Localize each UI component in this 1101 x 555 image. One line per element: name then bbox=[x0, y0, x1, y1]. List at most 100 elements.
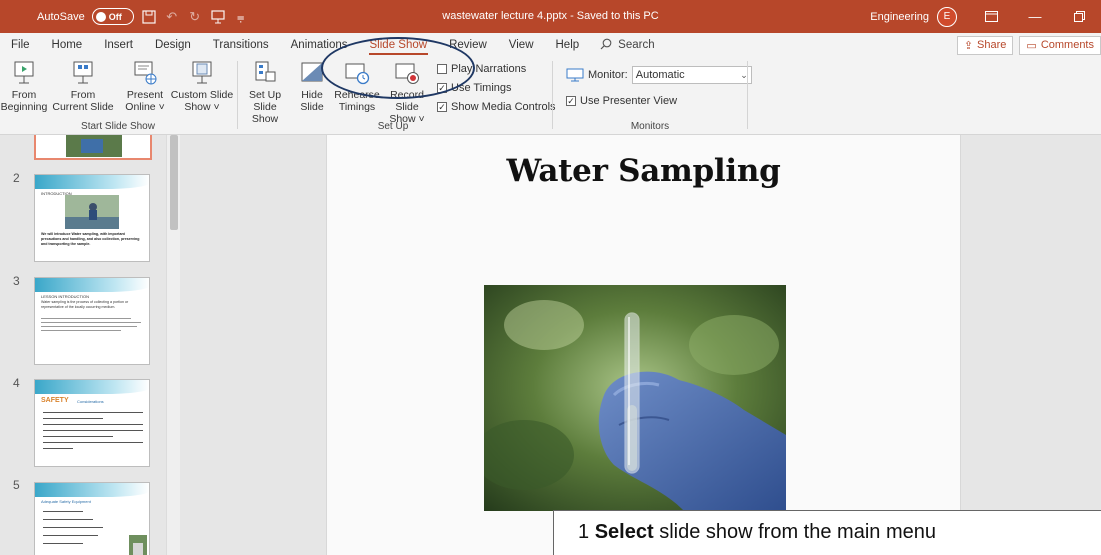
tab-help[interactable]: Help bbox=[545, 33, 591, 57]
custom-show-label-2: Show ˅ bbox=[184, 101, 220, 113]
record-slide-show-button[interactable]: Record Slide Show ˅ bbox=[378, 60, 436, 125]
ribbon-display-icon[interactable] bbox=[969, 0, 1013, 33]
thumbnail-slide-1[interactable] bbox=[34, 135, 152, 160]
thumb-sub: Considerations bbox=[77, 399, 104, 404]
present-online-label-2: Online ˅ bbox=[125, 101, 165, 113]
custom-slide-show-button[interactable]: Custom Slide Show ˅ bbox=[170, 60, 234, 113]
present-online-button[interactable]: Present Online ˅ bbox=[122, 60, 168, 113]
text-line bbox=[43, 418, 103, 419]
checkbox-unchecked-icon bbox=[437, 64, 447, 74]
hide-slide-label-2: Slide bbox=[300, 101, 324, 113]
text-line bbox=[41, 326, 137, 327]
slide-number: 5 bbox=[13, 478, 20, 492]
minimize-icon[interactable]: — bbox=[1013, 0, 1057, 33]
customize-toolbar-icon[interactable]: ⩦ bbox=[233, 9, 249, 25]
redo-icon[interactable]: ↻ bbox=[187, 9, 203, 25]
use-presenter-view-label: Use Presenter View bbox=[580, 95, 678, 107]
undo-icon[interactable]: ↶ bbox=[164, 9, 180, 25]
thumbnails-scrollbar[interactable] bbox=[166, 135, 180, 555]
custom-show-label-1: Custom Slide bbox=[170, 89, 234, 101]
thumbnail-slide-5[interactable]: Adequate Safety Equipment bbox=[34, 482, 150, 555]
rehearse-timings-icon bbox=[345, 63, 370, 85]
share-label: Share bbox=[977, 39, 1007, 51]
thumbnail-header-band bbox=[35, 380, 149, 394]
from-current-label-2: Current Slide bbox=[52, 101, 114, 113]
set-up-group-label: Set Up bbox=[377, 121, 409, 132]
set-up-slide-show-icon bbox=[255, 61, 276, 82]
autosave-toggle[interactable]: Off bbox=[91, 8, 134, 25]
present-icon[interactable] bbox=[210, 9, 226, 25]
record-label-1: Record Slide bbox=[390, 89, 424, 113]
share-button[interactable]: ⇪ Share bbox=[956, 35, 1014, 55]
text-line bbox=[43, 543, 83, 544]
use-timings-checkbox[interactable]: ✓ Use Timings bbox=[437, 82, 512, 94]
tab-view[interactable]: View bbox=[498, 33, 545, 57]
setup-label-1: Set Up bbox=[248, 89, 282, 101]
save-icon[interactable] bbox=[141, 9, 157, 25]
rehearse-timings-button[interactable]: Rehearse Timings bbox=[334, 60, 380, 113]
monitor-row: Monitor: Automatic ⌄ bbox=[566, 66, 752, 84]
tab-file[interactable]: File bbox=[0, 33, 41, 57]
record-slide-show-icon bbox=[395, 63, 419, 84]
slide-photo[interactable] bbox=[484, 285, 786, 511]
avatar[interactable]: E bbox=[937, 6, 957, 27]
from-current-slide-button[interactable]: From Current Slide bbox=[48, 60, 118, 113]
instruction-caption: 1 Select slide show from the main menu bbox=[553, 510, 1101, 555]
slide-title[interactable]: Water Sampling bbox=[327, 153, 960, 189]
rehearse-label-2: Timings bbox=[338, 101, 376, 113]
tab-animations[interactable]: Animations bbox=[280, 33, 359, 57]
water-sample-photo-icon bbox=[484, 285, 786, 511]
autosave-state: Off bbox=[108, 11, 122, 22]
scrollbar-thumb[interactable] bbox=[170, 135, 178, 230]
monitor-icon bbox=[566, 68, 584, 82]
tab-insert[interactable]: Insert bbox=[93, 33, 144, 57]
thumbnail-header-band bbox=[35, 483, 149, 497]
search-label: Search bbox=[618, 39, 655, 51]
from-current-slide-icon bbox=[73, 61, 93, 84]
hide-slide-label-1: Hide bbox=[301, 89, 323, 101]
thumb-body: Water sampling is the process of collect… bbox=[41, 300, 129, 309]
monitor-label: Monitor: bbox=[588, 69, 628, 81]
text-line bbox=[43, 527, 103, 528]
text-line bbox=[43, 430, 143, 431]
thumbnail-header-band bbox=[35, 278, 149, 292]
text-line bbox=[43, 412, 143, 413]
play-narrations-checkbox[interactable]: Play Narrations bbox=[437, 63, 526, 75]
text-line bbox=[43, 448, 73, 449]
tab-transitions[interactable]: Transitions bbox=[202, 33, 280, 57]
hide-slide-icon bbox=[301, 62, 323, 82]
custom-slide-show-icon bbox=[192, 61, 212, 84]
set-up-slide-show-button[interactable]: Set Up Slide Show bbox=[240, 60, 290, 125]
share-icon: ⇪ bbox=[963, 39, 974, 52]
current-slide[interactable]: Water Sampling bbox=[326, 135, 961, 555]
text-line bbox=[43, 511, 83, 512]
use-presenter-view-checkbox[interactable]: ✓ Use Presenter View bbox=[566, 95, 677, 107]
tab-review[interactable]: Review bbox=[438, 33, 498, 57]
autosave-label: AutoSave bbox=[37, 10, 85, 23]
text-line bbox=[43, 519, 93, 520]
from-beginning-button[interactable]: From Beginning bbox=[1, 60, 47, 113]
slide-2-photo-icon bbox=[65, 195, 119, 229]
monitor-select[interactable]: Automatic ⌄ bbox=[631, 66, 752, 84]
search-box[interactable]: Search bbox=[600, 38, 655, 53]
text-line bbox=[43, 535, 98, 536]
slide-number: 3 bbox=[13, 274, 20, 288]
comments-button[interactable]: ▭ Comments bbox=[1019, 35, 1101, 55]
thumbnail-slide-2[interactable]: INTRODUCTION We will introduce Water sam… bbox=[34, 174, 150, 262]
checkbox-checked-icon: ✓ bbox=[437, 83, 447, 93]
show-media-controls-label: Show Media Controls bbox=[451, 101, 556, 113]
tab-design[interactable]: Design bbox=[144, 33, 202, 57]
tab-home[interactable]: Home bbox=[41, 33, 94, 57]
user-name[interactable]: Engineering bbox=[870, 11, 929, 23]
restore-icon[interactable] bbox=[1057, 0, 1101, 33]
use-timings-label: Use Timings bbox=[451, 82, 512, 94]
tab-slide-show[interactable]: Slide Show bbox=[359, 33, 439, 57]
hide-slide-button[interactable]: Hide Slide bbox=[292, 60, 332, 113]
thumb-heading: LESSON INTRODUCTION bbox=[41, 294, 90, 299]
checkbox-checked-icon: ✓ bbox=[437, 102, 447, 112]
rehearse-label-1: Rehearse bbox=[334, 89, 380, 101]
thumbnail-slide-3[interactable]: LESSON INTRODUCTION Water sampling is th… bbox=[34, 277, 150, 365]
monitor-select-value: Automatic bbox=[635, 69, 685, 81]
thumbnail-slide-4[interactable]: SAFETY Considerations bbox=[34, 379, 150, 467]
show-media-controls-checkbox[interactable]: ✓ Show Media Controls bbox=[437, 101, 556, 113]
